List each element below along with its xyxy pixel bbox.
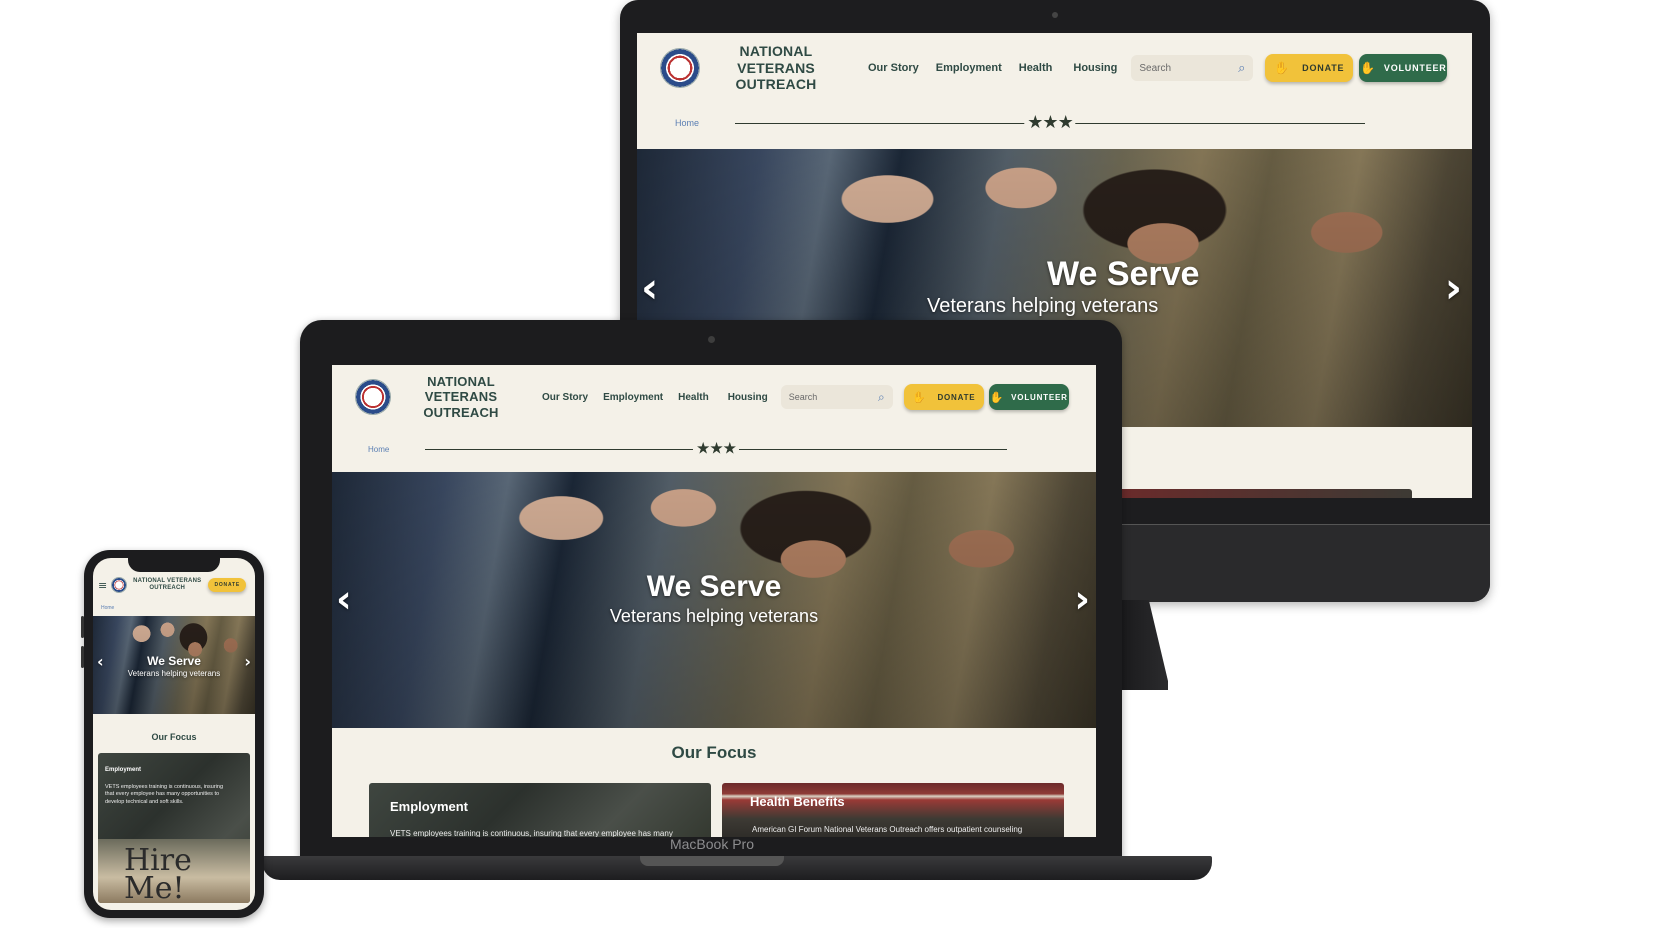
stars-icon: ★★★: [1024, 112, 1076, 134]
brand-line-2: OUTREACH: [149, 585, 186, 591]
site-header: ≡ NATIONAL VETERANS OUTREACH DONATE: [93, 574, 255, 596]
star-divider: ★★★: [425, 438, 1007, 459]
our-focus-title: Our Focus: [151, 732, 197, 742]
phone-side-button: [81, 616, 84, 638]
section-preview-strip: [1107, 489, 1412, 498]
laptop-notch: [640, 856, 784, 866]
nav-housing[interactable]: Housing: [728, 392, 768, 403]
donate-button[interactable]: ✋ DONATE: [1265, 54, 1354, 82]
site-brand[interactable]: NATIONAL VETERANS OUTREACH: [396, 374, 526, 421]
mobile-site: ≡ NATIONAL VETERANS OUTREACH DONATE Home…: [93, 558, 255, 910]
hero-carousel: ‹ We Serve Veterans helping veterans ›: [332, 472, 1096, 728]
donate-label: DONATE: [1302, 63, 1345, 73]
logo-seal-icon[interactable]: [111, 577, 128, 593]
brand-line-2: OUTREACH: [423, 404, 499, 420]
logo-seal-icon[interactable]: [355, 379, 391, 415]
star-divider: ★★★: [735, 112, 1365, 134]
monitor-stand: [1120, 600, 1168, 690]
stars-icon: ★★★: [692, 438, 740, 459]
donate-label: DONATE: [937, 392, 976, 402]
laptop-camera: [708, 336, 715, 343]
search-placeholder: Search: [1139, 62, 1172, 74]
breadcrumb-home[interactable]: Home: [101, 605, 114, 611]
our-focus-title: Our Focus: [671, 743, 757, 762]
hero-subtitle: Veterans helping veterans: [927, 295, 1159, 317]
chevron-right-icon[interactable]: ›: [244, 654, 251, 670]
volunteer-button[interactable]: ✋ VOLUNTEER: [1359, 54, 1448, 82]
search-icon[interactable]: ⌕: [878, 390, 885, 405]
breadcrumb: Home: [93, 604, 255, 612]
hand-heart-icon: ✋: [1274, 61, 1291, 75]
menu-icon[interactable]: ≡: [98, 579, 107, 592]
nav-employment[interactable]: Employment: [936, 62, 1002, 74]
card-text: American GI Forum National Veterans Outr…: [752, 825, 1023, 834]
search-placeholder: Search: [788, 392, 818, 402]
hire-me-sign: Hire Me!: [98, 839, 250, 903]
search-icon[interactable]: ⌕: [1238, 61, 1245, 76]
laptop-site: NATIONAL VETERANS OUTREACH Our Story Emp…: [332, 365, 1096, 837]
logo-seal-icon[interactable]: [660, 48, 700, 88]
laptop-lid: NATIONAL VETERANS OUTREACH Our Story Emp…: [300, 320, 1122, 860]
device-mockup-stage: NATIONAL VETERANS OUTREACH Our Story Emp…: [0, 0, 1658, 928]
brand-line-1: NATIONAL VETERANS: [424, 373, 498, 405]
brand-line-1: NATIONAL VETERANS: [133, 577, 202, 584]
site-brand[interactable]: NATIONAL VETERANS OUTREACH: [130, 578, 204, 592]
phone-notch: [128, 556, 220, 572]
nav-health[interactable]: Health: [678, 392, 709, 403]
phone: ≡ NATIONAL VETERANS OUTREACH DONATE Home…: [81, 550, 264, 918]
nav-housing[interactable]: Housing: [1073, 62, 1117, 74]
hero-title: We Serve: [1047, 255, 1200, 293]
laptop-model-label: MacBook Pro: [669, 836, 755, 852]
hero-carousel: ‹ We Serve Veterans helping veterans ›: [93, 616, 255, 714]
card-title: Employment: [105, 767, 142, 773]
chevron-right-icon[interactable]: ›: [1445, 267, 1462, 309]
site-header: NATIONAL VETERANS OUTREACH Our Story Emp…: [637, 33, 1472, 103]
hero-subtitle: Veterans helping veterans: [127, 669, 221, 678]
hand-heart-icon: ✋: [1360, 61, 1376, 75]
card-text: VETS employees training is continuous, i…: [105, 784, 224, 805]
nav-employment[interactable]: Employment: [603, 392, 663, 403]
search-input[interactable]: Search ⌕: [780, 385, 893, 409]
hero-subtitle: Veterans helping veterans: [609, 606, 819, 626]
main-nav: Our Story Employment Health Housing: [868, 62, 1117, 74]
volunteer-label: VOLUNTEER: [1383, 63, 1447, 73]
focus-card-health[interactable]: Health Benefits American GI Forum Nation…: [722, 783, 1064, 837]
breadcrumb-home[interactable]: Home: [675, 118, 735, 128]
nav-health[interactable]: Health: [1019, 62, 1053, 74]
breadcrumb-home[interactable]: Home: [368, 445, 425, 454]
search-input[interactable]: Search ⌕: [1131, 55, 1254, 81]
chevron-right-icon[interactable]: ›: [1074, 580, 1090, 618]
nav-our-story[interactable]: Our Story: [868, 62, 919, 74]
volunteer-button[interactable]: ✋ VOLUNTEER: [988, 384, 1069, 410]
card-title: Employment: [390, 799, 469, 814]
hand-heart-icon: ✋: [989, 391, 1005, 404]
hand-heart-icon: ✋: [911, 391, 927, 404]
hero-title: We Serve: [147, 654, 201, 668]
site-header: NATIONAL VETERANS OUTREACH Our Story Emp…: [332, 365, 1096, 429]
volunteer-label: VOLUNTEER: [1011, 392, 1068, 402]
breadcrumb: Home ★★★: [637, 112, 1472, 134]
brand-line-1: NATIONAL VETERANS: [737, 42, 815, 76]
breadcrumb: Home ★★★: [332, 438, 1096, 459]
card-title: Health Benefits: [750, 794, 845, 809]
focus-card-employment[interactable]: Employment VETS employees training is co…: [369, 783, 711, 837]
site-brand[interactable]: NATIONAL VETERANS OUTREACH: [706, 43, 846, 93]
main-nav: Our Story Employment Health Housing: [542, 392, 768, 403]
donate-button[interactable]: ✋ DONATE: [903, 384, 984, 410]
phone-side-button: [81, 646, 84, 668]
brand-line-2: OUTREACH: [735, 76, 817, 93]
hero-title: We Serve: [646, 570, 782, 603]
nav-our-story[interactable]: Our Story: [542, 392, 588, 403]
donate-label: DONATE: [214, 582, 240, 588]
donate-button[interactable]: DONATE: [208, 578, 247, 592]
focus-card-employment[interactable]: Employment VETS employees training is co…: [98, 753, 250, 903]
monitor-camera: [1052, 12, 1058, 18]
